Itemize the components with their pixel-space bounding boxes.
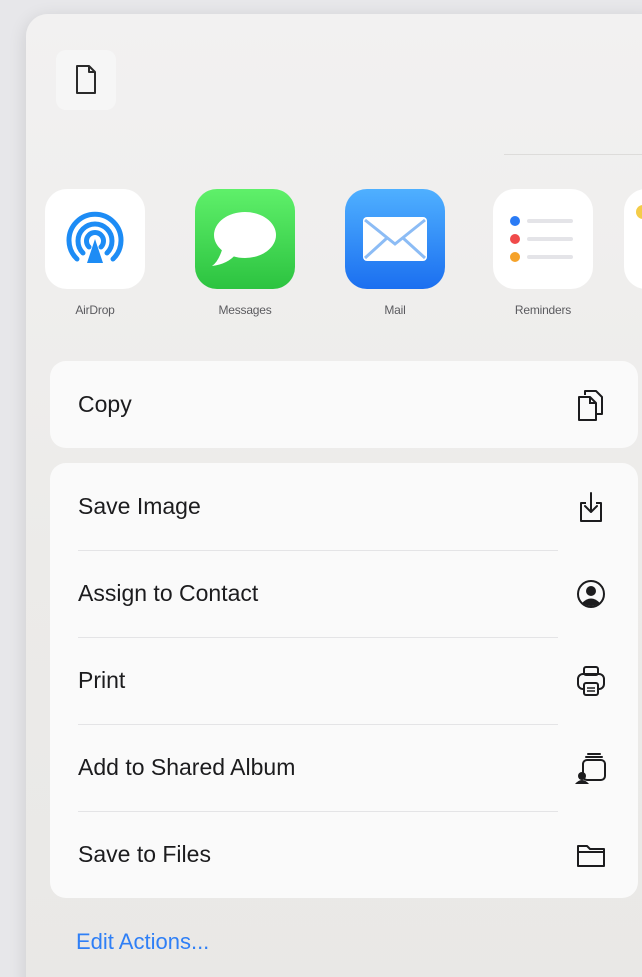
action-label: Copy	[78, 391, 132, 417]
app-mail[interactable]: Mail	[340, 189, 450, 317]
action-group-main: Save Image Assign to Contact Print Add t…	[50, 463, 638, 898]
document-thumbnail	[56, 50, 116, 110]
action-label: Save to Files	[78, 841, 211, 867]
share-sheet: AirDrop Messages Mail Reminders Copy Sav…	[26, 14, 642, 977]
folder-icon	[574, 838, 608, 872]
app-label-mail: Mail	[384, 303, 406, 317]
airdrop-icon	[45, 189, 145, 289]
mail-icon	[345, 189, 445, 289]
contact-icon	[574, 577, 608, 611]
action-label: Assign to Contact	[78, 580, 259, 606]
edit-actions-link[interactable]: Edit Actions...	[76, 929, 209, 955]
app-reminders[interactable]: Reminders	[488, 189, 598, 317]
action-shared-album[interactable]: Add to Shared Album	[50, 724, 638, 811]
action-group-copy: Copy	[50, 361, 638, 448]
app-partial-icon[interactable]	[624, 189, 642, 289]
doc-icon	[76, 65, 96, 94]
shared-album-icon	[574, 751, 608, 785]
app-row: AirDrop Messages Mail Reminders	[26, 189, 642, 339]
action-save-image[interactable]: Save Image	[50, 463, 638, 550]
header-divider	[504, 154, 642, 155]
print-icon	[574, 664, 608, 698]
app-label-airdrop: AirDrop	[75, 303, 115, 317]
action-copy[interactable]: Copy	[50, 361, 638, 448]
messages-icon	[195, 189, 295, 289]
action-assign-contact[interactable]: Assign to Contact	[50, 550, 638, 637]
app-label-reminders: Reminders	[514, 303, 572, 317]
action-save-files[interactable]: Save to Files	[50, 811, 638, 898]
app-airdrop[interactable]: AirDrop	[40, 189, 150, 317]
copy-icon	[574, 388, 608, 422]
app-label-messages: Messages	[218, 303, 272, 317]
save-image-icon	[574, 490, 608, 524]
share-header	[26, 14, 642, 149]
action-label: Print	[78, 667, 126, 693]
app-messages[interactable]: Messages	[190, 189, 300, 317]
action-label: Save Image	[78, 493, 201, 519]
reminders-icon	[493, 189, 593, 289]
action-label: Add to Shared Album	[78, 754, 296, 780]
action-print[interactable]: Print	[50, 637, 638, 724]
